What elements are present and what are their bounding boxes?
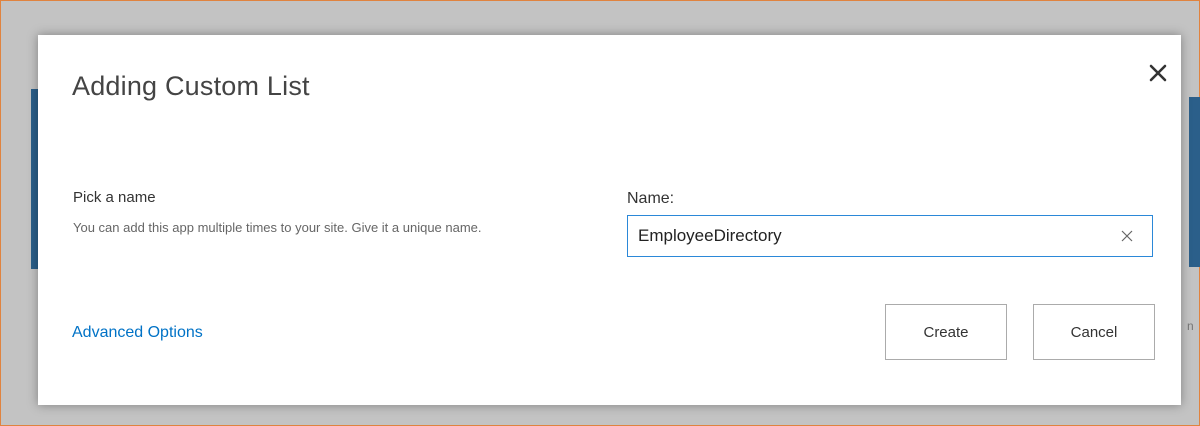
clear-icon[interactable]: [1119, 228, 1135, 244]
create-button[interactable]: Create: [885, 304, 1007, 360]
pick-name-label: Pick a name: [73, 189, 156, 206]
close-button[interactable]: [1146, 61, 1170, 85]
name-field[interactable]: [627, 215, 1153, 257]
backdrop-text-fragment: n: [1187, 319, 1194, 333]
pick-name-description: You can add this app multiple times to y…: [73, 220, 482, 235]
adding-custom-list-dialog: Adding Custom List Pick a name You can a…: [38, 35, 1181, 405]
name-field-label: Name:: [627, 190, 675, 207]
backdrop-panel-right: [1189, 97, 1200, 267]
name-input[interactable]: [628, 216, 1108, 256]
window-frame: n Adding Custom List Pick a name You can…: [0, 0, 1200, 426]
close-icon: [1149, 64, 1167, 82]
advanced-options-link[interactable]: Advanced Options: [72, 324, 203, 342]
dialog-title: Adding Custom List: [72, 71, 310, 101]
cancel-button[interactable]: Cancel: [1033, 304, 1155, 360]
